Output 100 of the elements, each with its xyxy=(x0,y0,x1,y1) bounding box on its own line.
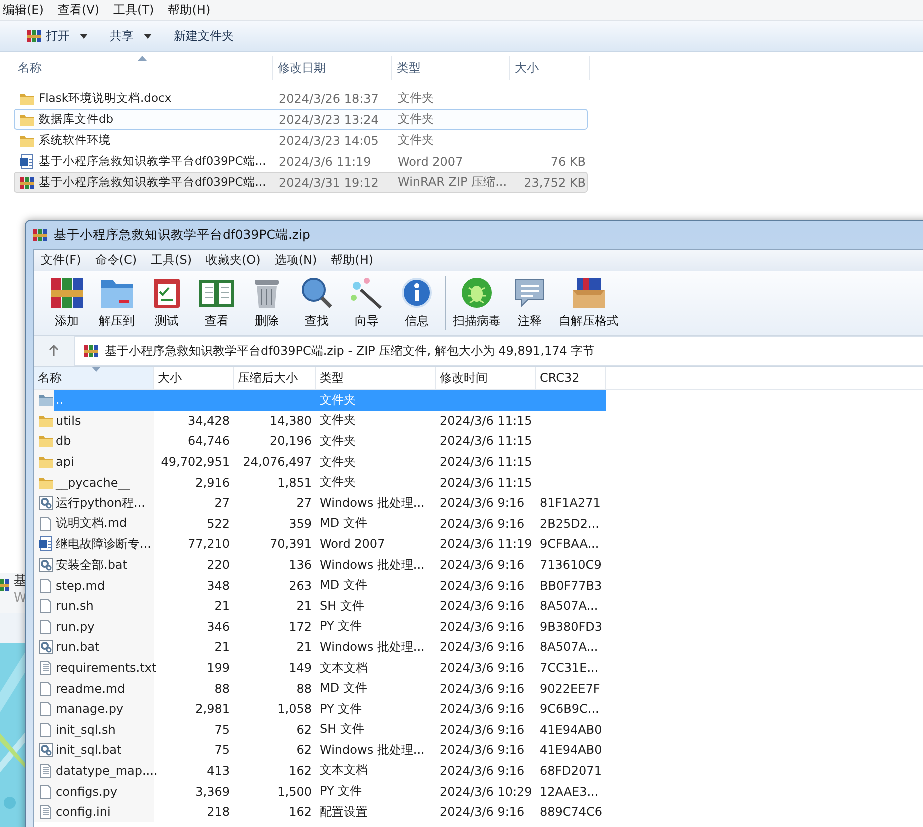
toolbar-button[interactable]: 自解压格式 xyxy=(555,274,623,332)
toolbar-button[interactable]: 查找 xyxy=(292,274,342,332)
column-header[interactable]: 类型 xyxy=(392,56,510,80)
size-cell-text: 2,916 xyxy=(194,476,231,490)
size-cell-text: 64,746 xyxy=(187,434,231,448)
column-header[interactable]: 名称 xyxy=(34,367,154,389)
menu-item[interactable]: 帮助(H) xyxy=(161,2,218,18)
file-row[interactable]: 数据库文件db 2024/3/23 13:24 文件夹 xyxy=(14,109,588,130)
toolbar-button[interactable]: 向导 xyxy=(342,274,392,332)
file-row[interactable]: 安装全部.bat 220 136 Windows 批处理... 2024/3/6 9:16 713610C9 xyxy=(34,554,923,576)
menu-item[interactable]: 命令(C) xyxy=(88,252,144,269)
column-header[interactable]: 修改时间 xyxy=(436,367,536,389)
menu-item[interactable]: 工具(T) xyxy=(106,2,162,18)
modified-cell-text: 2024/3/6 9:16 xyxy=(439,743,526,758)
toolbar-button[interactable]: 扫描病毒 xyxy=(449,274,505,332)
column-header[interactable]: CRC32 xyxy=(536,367,606,389)
packed-size-cell-text: 162 xyxy=(288,764,313,778)
toolbar-button[interactable]: 新建文件夹 xyxy=(166,24,242,48)
file-name: 运行python程... xyxy=(54,492,154,514)
wand-icon xyxy=(349,276,385,310)
type-cell-text: 文件夹 xyxy=(319,412,357,430)
type-cell-text: PY 文件 xyxy=(319,783,364,800)
toolbar-button[interactable]: 信息 xyxy=(392,274,442,332)
column-header[interactable]: 修改日期 xyxy=(273,56,392,80)
file-row[interactable]: __pycache__ 2,916 1,851 文件夹 2024/3/6 11:15 xyxy=(34,472,923,493)
toolbar-button[interactable]: 删除 xyxy=(242,274,292,332)
size-cell-text: 34,428 xyxy=(187,414,231,428)
size-cell-text: 21 xyxy=(214,640,231,654)
address-bar[interactable]: 基于小程序急救知识教学平台df039PC端.zip - ZIP 压缩文件, 解包大小为 49,891,174 字节 xyxy=(74,336,923,366)
caret-icon xyxy=(80,34,88,38)
crc-cell-text: 8A507A... xyxy=(539,640,600,654)
file-row[interactable]: run.sh 21 21 SH 文件 2024/3/6 9:16 8A507A... xyxy=(34,596,923,617)
column-header[interactable]: 大小 xyxy=(510,56,590,80)
type-cell-text: 文件夹 xyxy=(397,90,435,107)
size-cell-text: 413 xyxy=(206,764,231,778)
file-row[interactable]: init_sql.sh 75 62 SH 文件 2024/3/6 9:16 41E94AB0 xyxy=(34,720,923,740)
file-row[interactable]: config.ini 218 162 配置设置 2024/3/6 9:16 889C74C6 xyxy=(34,802,923,822)
crc-cell-text: 9022EE7F xyxy=(539,682,602,696)
type-cell-text: Windows 批处理... xyxy=(319,742,426,759)
file-row[interactable]: api 49,702,951 24,076,497 文件夹 2024/3/6 11:15 xyxy=(34,452,923,472)
toolbar-button[interactable]: 共享 xyxy=(102,24,160,48)
toolbar-button[interactable]: 注释 xyxy=(505,274,555,332)
file-name: run.bat xyxy=(54,637,154,658)
column-header[interactable]: 大小 xyxy=(154,367,234,389)
books-icon xyxy=(32,227,48,243)
size-cell-text: 199 xyxy=(206,661,231,676)
file-row[interactable]: Flask环境说明文档.docx 2024/3/26 18:37 文件夹 xyxy=(14,88,588,109)
file-row[interactable]: datatype_map.... 413 162 文本文档 2024/3/6 9:16 68FD2071 xyxy=(34,760,923,782)
file-row[interactable]: run.py 346 172 PY 文件 2024/3/6 9:16 9B380FD3 xyxy=(34,616,923,638)
books-icon xyxy=(26,28,42,44)
modified-cell-text: 2024/3/6 9:16 xyxy=(439,496,526,510)
file-row[interactable]: 运行python程... 27 27 Windows 批处理... 2024/3/6 9:16 81F1A271 xyxy=(34,492,923,514)
file-row[interactable]: utils 34,428 14,380 文件夹 2024/3/6 11:15 xyxy=(34,410,923,432)
type-cell-text: Word 2007 xyxy=(319,537,386,552)
type-cell-text: Windows 批处理... xyxy=(319,556,426,574)
file-row[interactable]: manage.py 2,981 1,058 PY 文件 2024/3/6 9:16 9C6B9C... xyxy=(34,698,923,720)
size-cell-text: 218 xyxy=(206,805,231,820)
toolbar-button[interactable]: 解压到 xyxy=(92,274,142,332)
file-row[interactable]: readme.md 88 88 MD 文件 2024/3/6 9:16 9022EE7F xyxy=(34,678,923,699)
file-name: 安装全部.bat xyxy=(54,554,154,576)
column-header[interactable]: 类型 xyxy=(316,367,436,389)
file-row[interactable]: step.md 348 263 MD 文件 2024/3/6 9:16 BB0F77B3 xyxy=(34,575,923,596)
crc-cell-text: 2B25D2... xyxy=(539,516,600,531)
file-row[interactable]: run.bat 21 21 Windows 批处理... 2024/3/6 9:16 8A507A... xyxy=(34,637,923,658)
menu-item[interactable]: 查看(V) xyxy=(50,2,107,18)
packed-size-cell-text: 1,851 xyxy=(276,476,313,490)
modified-cell-text: 2024/3/6 9:16 xyxy=(439,805,526,820)
packed-size-cell-text: 20,196 xyxy=(269,434,313,448)
type-cell-text: 文件夹 xyxy=(319,392,357,409)
modified-cell-text: 2024/3/6 9:16 xyxy=(439,764,526,778)
menu-item[interactable]: 工具(S) xyxy=(144,252,199,269)
file-row[interactable]: 系统软件环境 2024/3/23 14:05 文件夹 xyxy=(14,130,588,151)
size-cell-text: 3,369 xyxy=(194,784,231,799)
file-row[interactable]: db 64,746 20,196 文件夹 2024/3/6 11:15 xyxy=(34,431,923,452)
file-row[interactable]: 继电故障诊断专... 77,210 70,391 Word 2007 2024/3/6 11:19 9CFBAA... xyxy=(34,534,923,555)
file-name: __pycache__ xyxy=(54,472,154,493)
toolbar-button[interactable]: 查看 xyxy=(192,274,242,332)
toolbar-button[interactable]: 打开 xyxy=(18,24,96,48)
size-cell-text: 522 xyxy=(206,516,231,531)
file-row[interactable]: 基于小程序急救知识教学平台df039PC端... 2024/3/31 19:12 WinRAR ZIP 压缩... 23,752 KB xyxy=(14,172,588,193)
file-row[interactable]: 说明文档.md 522 359 MD 文件 2024/3/6 9:16 2B25D2... xyxy=(34,514,923,534)
size-cell-text: 88 xyxy=(214,682,231,696)
toolbar-button[interactable]: 测试 xyxy=(142,274,192,332)
modified-cell-text: 2024/3/6 11:15 xyxy=(439,476,534,490)
file-row[interactable]: requirements.txt 199 149 文本文档 2024/3/6 9:16 7CC31E... xyxy=(34,658,923,678)
menu-item[interactable]: 收藏夹(O) xyxy=(199,252,268,269)
file-row[interactable]: init_sql.bat 75 62 Windows 批处理... 2024/3/6 9:16 41E94AB0 xyxy=(34,740,923,761)
packed-size-cell-text: 27 xyxy=(296,496,313,510)
file-row[interactable]: 基于小程序急救知识教学平台df039PC端... 2024/3/6 11:19 Word 2007 76 KB xyxy=(14,151,588,172)
type-cell-text: Word 2007 xyxy=(397,154,464,168)
menu-item[interactable]: 文件(F) xyxy=(34,252,88,269)
menu-item[interactable]: 选项(N) xyxy=(268,252,324,269)
toolbar-button[interactable]: 添加 xyxy=(42,274,92,332)
menu-item[interactable]: 帮助(H) xyxy=(324,252,381,269)
size-cell-text: 21 xyxy=(214,599,231,614)
menu-item[interactable]: 编辑(E) xyxy=(0,2,51,18)
file-name: Flask环境说明文档.docx xyxy=(39,91,172,106)
column-header[interactable]: 压缩后大小 xyxy=(234,367,316,389)
gear-file-icon xyxy=(38,639,54,656)
file-row[interactable]: configs.py 3,369 1,500 PY 文件 2024/3/6 10:29 12AAE3... xyxy=(34,781,923,802)
